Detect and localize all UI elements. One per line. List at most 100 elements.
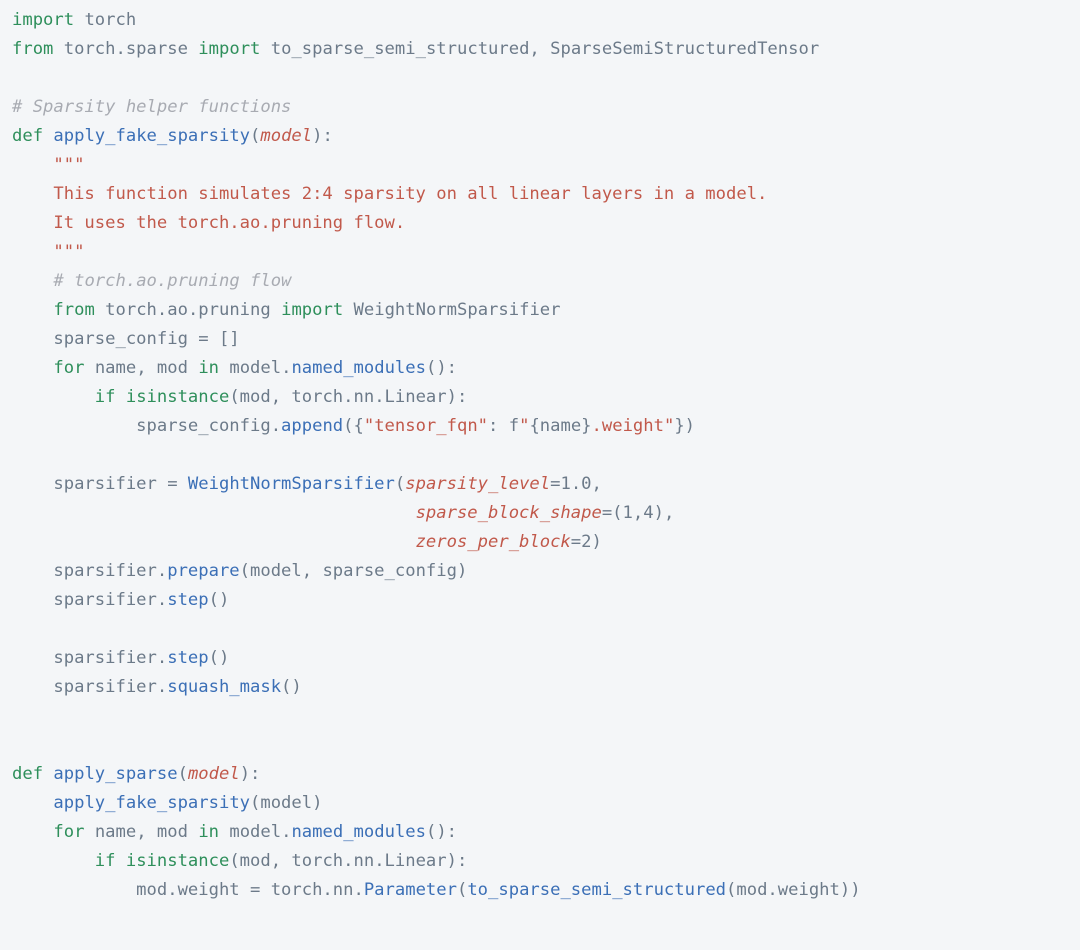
code-token: () (209, 648, 230, 668)
code-token: if (95, 387, 126, 407)
code-line: def apply_sparse(model): (12, 764, 260, 784)
code-token (12, 822, 53, 842)
code-token (12, 155, 53, 175)
code-token: 1 (623, 503, 633, 523)
code-token: (model) (250, 793, 322, 813)
code-token: in (198, 822, 229, 842)
code-token: apply_fake_sparsity (53, 793, 250, 813)
code-line: apply_fake_sparsity(model) (12, 793, 322, 813)
code-token: prepare (167, 561, 239, 581)
code-line: if isinstance(mod, torch.nn.Linear): (12, 851, 467, 871)
code-line: from torch.ao.pruning import WeightNormS… (12, 300, 561, 320)
code-line: mod.weight = torch.nn.Parameter(to_spars… (12, 880, 861, 900)
code-token: (): (426, 822, 457, 842)
code-token: This function simulates 2:4 sparsity on … (12, 184, 767, 204)
code-token: sparsity_level (405, 474, 550, 494)
code-token: ( (457, 880, 467, 900)
code-line: zeros_per_block=2) (12, 532, 602, 552)
code-token: in (198, 358, 229, 378)
code-token: apply_sparse (53, 764, 177, 784)
code-token: zeros_per_block (416, 532, 571, 552)
code-token: model. (229, 358, 291, 378)
code-token: WeightNormSparsifier (354, 300, 561, 320)
code-token: "tensor_fqn" (364, 416, 488, 436)
code-token: ) (592, 532, 602, 552)
code-token: = (571, 532, 581, 552)
code-token: (mod.weight)) (726, 880, 861, 900)
code-token: append (281, 416, 343, 436)
code-token: .weight" (592, 416, 675, 436)
code-token: named_modules (291, 358, 426, 378)
code-block: import torch from torch.sparse import to… (0, 0, 1080, 911)
code-token: name, mod (95, 358, 188, 378)
code-token: ): (240, 764, 261, 784)
code-token: torch.ao.pruning (105, 300, 271, 320)
code-token (12, 503, 416, 523)
code-token (271, 300, 281, 320)
code-token: to_sparse_semi_structured, SparseSemiStr… (271, 39, 819, 59)
code-token: import (198, 39, 270, 59)
code-line: sparsifier.step() (12, 590, 229, 610)
code-line: if isinstance(mod, torch.nn.Linear): (12, 387, 467, 407)
code-token: step (167, 590, 208, 610)
code-token: 2 (581, 532, 591, 552)
code-token: named_modules (291, 822, 426, 842)
code-token: for (53, 822, 94, 842)
code-token: ( (395, 474, 405, 494)
code-line: from torch.sparse import to_sparse_semi_… (12, 39, 819, 59)
code-token: , (592, 474, 602, 494)
code-token: def (12, 126, 53, 146)
code-token (12, 532, 416, 552)
code-line: sparsifier = WeightNormSparsifier(sparsi… (12, 474, 602, 494)
code-line: for name, mod in model.named_modules(): (12, 358, 457, 378)
code-token (12, 300, 53, 320)
code-token: (mod, torch.nn.Linear): (229, 851, 467, 871)
code-token: ), (654, 503, 675, 523)
code-token (12, 387, 95, 407)
code-token: name, mod (95, 822, 188, 842)
code-token: model (260, 126, 312, 146)
code-token (188, 358, 198, 378)
code-token: sparsifier. (12, 590, 167, 610)
code-token: : f (488, 416, 519, 436)
code-line: # torch.ao.pruning flow (12, 271, 291, 291)
code-token: # torch.ao.pruning flow (53, 271, 291, 291)
code-line: """ (12, 242, 84, 262)
code-line: """ (12, 155, 84, 175)
code-token: sparsifier. (12, 561, 167, 581)
code-token: from (12, 39, 64, 59)
code-line: sparsifier.squash_mask() (12, 677, 302, 697)
code-token: (model, sparse_config) (240, 561, 468, 581)
code-token: ( (178, 764, 188, 784)
code-token: sparsifier = (12, 474, 188, 494)
code-token: ( (250, 126, 260, 146)
code-token: ): (312, 126, 333, 146)
code-line: def apply_fake_sparsity(model): (12, 126, 333, 146)
code-token: 4 (643, 503, 653, 523)
code-token: sparse_config. (12, 416, 281, 436)
code-line: import torch (12, 10, 136, 30)
code-token: WeightNormSparsifier (188, 474, 395, 494)
code-token: isinstance (126, 851, 229, 871)
code-token: model. (229, 822, 291, 842)
code-token (12, 358, 53, 378)
code-token: squash_mask (167, 677, 281, 697)
code-token: () (209, 590, 230, 610)
code-token: sparse_block_shape (416, 503, 602, 523)
code-token: () (281, 677, 302, 697)
code-token: import (281, 300, 353, 320)
code-token: step (167, 648, 208, 668)
code-token: import (12, 10, 84, 30)
code-token (12, 851, 95, 871)
code-token: It uses the torch.ao.pruning flow. (12, 213, 405, 233)
code-token: for (53, 358, 94, 378)
code-token: def (12, 764, 53, 784)
code-token: to_sparse_semi_structured (467, 880, 726, 900)
code-line: sparse_config.append({"tensor_fqn": f"{n… (12, 416, 695, 436)
code-token: apply_fake_sparsity (53, 126, 250, 146)
code-token: = (550, 474, 560, 494)
code-line: for name, mod in model.named_modules(): (12, 822, 457, 842)
code-token: torch.sparse (64, 39, 188, 59)
code-line: sparsifier.prepare(model, sparse_config) (12, 561, 467, 581)
code-line: sparsifier.step() (12, 648, 229, 668)
